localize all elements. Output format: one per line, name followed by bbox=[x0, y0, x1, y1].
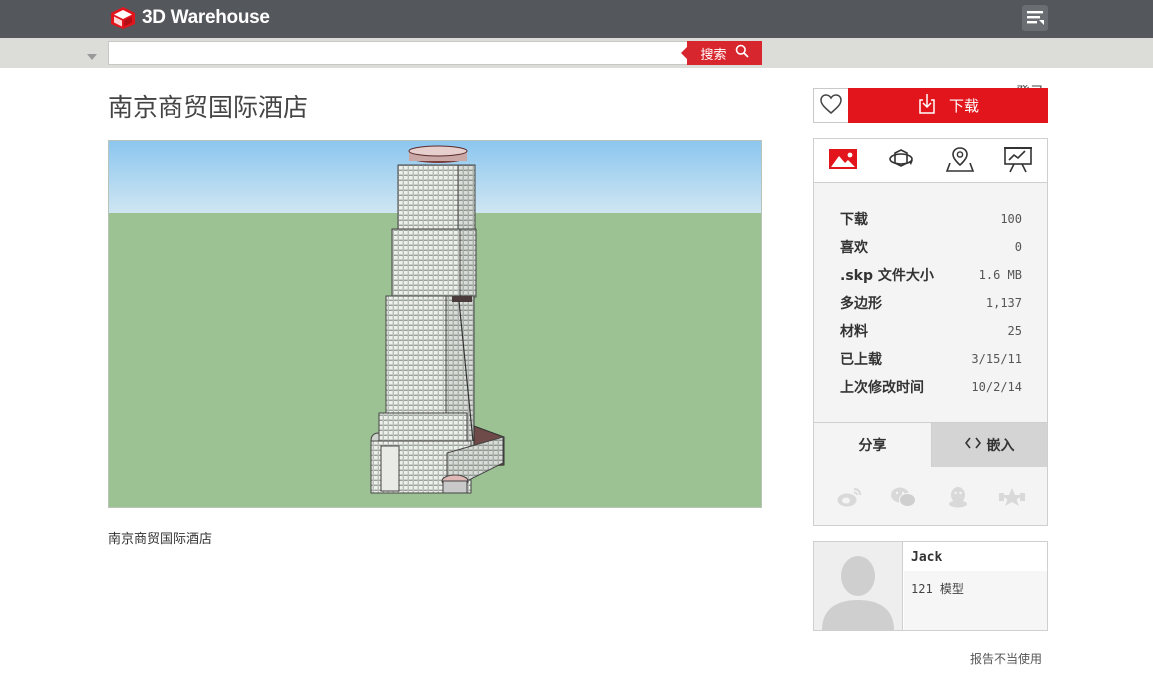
avatar[interactable] bbox=[814, 542, 903, 630]
picture-icon bbox=[828, 147, 858, 175]
like-button[interactable] bbox=[813, 88, 849, 123]
embed-label: 嵌入 bbox=[986, 438, 1015, 454]
tab-location[interactable] bbox=[931, 139, 989, 182]
stat-value: 0 bbox=[1014, 240, 1022, 254]
stat-value: 25 bbox=[1007, 324, 1022, 338]
stat-row-modified: 上次修改时间 10/2/14 bbox=[840, 373, 1022, 401]
top-header: 3D Warehouse bbox=[0, 0, 1153, 38]
search-button-label: 搜索 bbox=[700, 47, 727, 63]
download-button[interactable]: 下载 bbox=[848, 88, 1048, 123]
stat-label: 下载 bbox=[840, 212, 868, 228]
dropdown-caret-icon[interactable] bbox=[86, 47, 98, 60]
stat-label: 材料 bbox=[840, 324, 868, 340]
search-bar: 搜索 登录 bbox=[0, 38, 1153, 101]
search-button[interactable]: 搜索 bbox=[681, 41, 762, 65]
page-title: 南京商贸国际酒店 bbox=[108, 93, 309, 122]
author-card: Jack 121 模型 bbox=[813, 541, 1048, 631]
tab-embed[interactable]: 嵌入 bbox=[931, 423, 1047, 467]
model-preview-image bbox=[109, 141, 761, 507]
author-name[interactable]: Jack bbox=[911, 550, 942, 565]
tab-images[interactable] bbox=[814, 139, 872, 182]
default-avatar-icon bbox=[814, 542, 902, 630]
search-input[interactable] bbox=[108, 41, 688, 65]
model-viewer[interactable] bbox=[108, 140, 762, 508]
chart-icon bbox=[1003, 145, 1033, 177]
model-description: 南京商贸国际酒店 bbox=[108, 532, 213, 547]
stat-value: 100 bbox=[1000, 212, 1022, 226]
qzone-icon[interactable] bbox=[998, 485, 1026, 509]
info-tabs bbox=[814, 139, 1047, 183]
stat-label: 喜欢 bbox=[840, 240, 868, 256]
social-share-icons bbox=[814, 479, 1047, 515]
tab-statistics[interactable] bbox=[989, 139, 1047, 182]
stat-label: .skp 文件大小 bbox=[840, 268, 934, 284]
stat-row-uploaded: 已上载 3/15/11 bbox=[840, 345, 1022, 373]
search-icon bbox=[735, 44, 749, 62]
qq-icon[interactable] bbox=[944, 485, 972, 509]
wechat-icon[interactable] bbox=[889, 485, 917, 509]
location-pin-icon bbox=[945, 145, 975, 177]
stat-label: 上次修改时间 bbox=[840, 380, 924, 396]
warehouse-logo-icon bbox=[110, 6, 136, 30]
stat-label: 多边形 bbox=[840, 296, 882, 312]
code-icon bbox=[964, 437, 981, 453]
download-icon bbox=[917, 93, 937, 119]
tab-3d-view[interactable] bbox=[872, 139, 930, 182]
stat-row-likes: 喜欢 0 bbox=[840, 233, 1022, 261]
site-name: 3D Warehouse bbox=[142, 7, 270, 28]
stat-row-downloads: 下载 100 bbox=[840, 205, 1022, 233]
stat-value: 1,137 bbox=[985, 296, 1022, 310]
author-meta: 121 模型 bbox=[904, 571, 1047, 630]
stat-value: 3/15/11 bbox=[971, 352, 1022, 366]
stat-value: 10/2/14 bbox=[971, 380, 1022, 394]
share-tabs: 分享 嵌入 bbox=[814, 422, 1047, 467]
stat-value: 1.6 MB bbox=[978, 268, 1022, 282]
logo[interactable]: 3D Warehouse bbox=[110, 5, 270, 31]
stat-row-materials: 材料 25 bbox=[840, 317, 1022, 345]
weibo-icon[interactable] bbox=[835, 485, 863, 509]
heart-icon bbox=[819, 93, 843, 119]
hamburger-menu-icon[interactable] bbox=[1022, 5, 1048, 31]
3d-rotate-icon bbox=[887, 145, 915, 177]
download-label: 下载 bbox=[948, 97, 979, 115]
tab-share[interactable]: 分享 bbox=[814, 423, 931, 467]
author-model-count[interactable]: 121 模型 bbox=[911, 580, 964, 597]
stat-label: 已上载 bbox=[840, 352, 882, 368]
model-info-panel: 下载 100 喜欢 0 .skp 文件大小 1.6 MB 多边形 1,137 材… bbox=[813, 138, 1048, 526]
report-abuse-link[interactable]: 报告不当使用 bbox=[970, 650, 1042, 667]
stat-row-polygons: 多边形 1,137 bbox=[840, 289, 1022, 317]
stat-row-file-size: .skp 文件大小 1.6 MB bbox=[840, 261, 1022, 289]
model-stats: 下载 100 喜欢 0 .skp 文件大小 1.6 MB 多边形 1,137 材… bbox=[840, 205, 1022, 401]
